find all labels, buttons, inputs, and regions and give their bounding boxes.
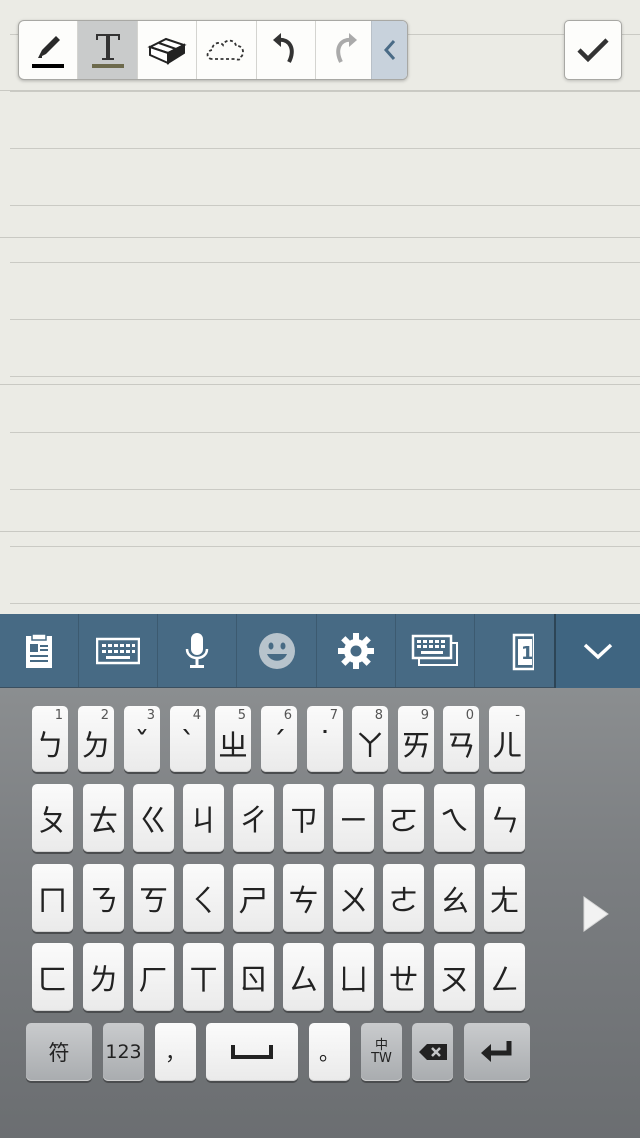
hide-keyboard-button[interactable] <box>554 614 640 688</box>
key[interactable]: ㄖ <box>233 943 274 1011</box>
keyboard-layout-icon <box>411 634 458 666</box>
settings-button[interactable] <box>317 614 396 687</box>
enter-icon <box>481 1041 512 1062</box>
key[interactable]: 0ㄢ <box>443 706 479 772</box>
key[interactable]: 5ㄓ <box>215 706 251 772</box>
key[interactable]: ㄨ <box>333 864 374 932</box>
pen-tool-button[interactable] <box>19 21 79 79</box>
key[interactable]: ㄏ <box>133 943 174 1011</box>
pen-toolbar <box>18 20 408 80</box>
ruled-lines <box>10 0 640 614</box>
redo-button[interactable] <box>316 21 371 79</box>
key[interactable]: -ㄦ <box>489 706 525 772</box>
key[interactable]: ㄋ <box>83 864 124 932</box>
keyboard-toolbar: 1 <box>0 614 640 688</box>
key[interactable]: 2ㄉ <box>78 706 114 772</box>
key[interactable]: 6ˊ <box>261 706 297 772</box>
key[interactable]: ㄍ <box>133 784 174 852</box>
collapse-toolbar-button[interactable] <box>371 21 407 79</box>
key[interactable]: ㄌ <box>83 943 124 1011</box>
one-handed-button[interactable]: 1 <box>475 614 554 687</box>
symbols-key[interactable]: 符 <box>26 1023 92 1081</box>
key[interactable]: 8ㄚ <box>352 706 388 772</box>
key[interactable]: ㄈ <box>32 943 73 1011</box>
backspace-icon <box>418 1044 447 1060</box>
chevron-down-icon <box>583 643 613 660</box>
key[interactable]: ㄥ <box>484 943 525 1011</box>
key[interactable]: ㄧ <box>333 784 374 852</box>
key[interactable]: ㄆ <box>32 784 73 852</box>
settings-gear-icon <box>337 633 374 669</box>
emoji-button[interactable] <box>237 614 317 687</box>
space-key[interactable] <box>206 1023 298 1081</box>
clipboard-button[interactable] <box>0 614 80 687</box>
eraser-icon <box>147 37 187 65</box>
key[interactable]: 7 ˙ <box>307 706 343 772</box>
chevron-left-icon <box>383 40 395 60</box>
note-canvas[interactable] <box>0 0 640 614</box>
key[interactable]: ㄛ <box>383 784 424 852</box>
key[interactable]: ㄊ <box>83 784 124 852</box>
key[interactable]: ㄠ <box>434 864 475 932</box>
microphone-icon <box>186 633 209 668</box>
key[interactable]: 4ˋ <box>170 706 206 772</box>
comma-key[interactable]: ， <box>155 1023 196 1081</box>
key[interactable]: 3ˇ <box>124 706 160 772</box>
selection-tool-button[interactable] <box>197 21 257 79</box>
eraser-tool-button[interactable] <box>138 21 198 79</box>
key[interactable]: ㄕ <box>233 864 274 932</box>
language-switch-key[interactable]: 中 TW <box>361 1023 402 1081</box>
key[interactable]: ㄇ <box>32 864 73 932</box>
key[interactable]: 9ㄞ <box>398 706 434 772</box>
key[interactable]: ㄩ <box>333 943 374 1011</box>
key[interactable]: ㄣ <box>484 784 525 852</box>
triangle-right-icon[interactable] <box>582 895 612 933</box>
svg-text:1: 1 <box>521 643 534 664</box>
undo-icon <box>272 33 294 63</box>
keyboard-icon <box>96 637 141 665</box>
numbers-key[interactable]: 123 <box>103 1023 144 1081</box>
key[interactable]: ㄟ <box>434 784 475 852</box>
period-key[interactable]: 。 <box>309 1023 350 1081</box>
language-bottom-label: TW <box>371 1051 392 1066</box>
space-bar-icon <box>231 1045 273 1059</box>
key[interactable]: ㄒ <box>183 943 224 1011</box>
voice-input-button[interactable] <box>158 614 238 687</box>
undo-button[interactable] <box>257 21 316 79</box>
confirm-button[interactable] <box>564 20 622 80</box>
backspace-key[interactable] <box>412 1023 453 1081</box>
zhuyin-keyboard: 1ㄅ 2ㄉ 3ˇ 4ˋ 5ㄓ 6ˊ 7 ˙ 8ㄚ 9ㄞ 0ㄢ -ㄦ ㄆ ㄊ ㄍ ㄐ… <box>0 688 640 1138</box>
keyboard-layout-button[interactable] <box>396 614 475 687</box>
key[interactable]: ㄝ <box>383 943 424 1011</box>
pen-icon <box>32 36 65 68</box>
redo-icon <box>336 33 357 63</box>
text-icon <box>91 34 124 68</box>
keyboard-button[interactable] <box>79 614 159 687</box>
key[interactable]: 1ㄅ <box>32 706 68 772</box>
key[interactable]: ㄙ <box>283 943 324 1011</box>
clipboard-icon <box>26 633 53 668</box>
key[interactable]: ㄎ <box>133 864 174 932</box>
key[interactable]: ㄔ <box>233 784 274 852</box>
lasso-cloud-icon <box>206 39 245 61</box>
text-tool-button[interactable] <box>78 21 138 79</box>
key[interactable]: ㄡ <box>434 943 475 1011</box>
enter-key[interactable] <box>464 1023 530 1081</box>
key[interactable]: ㄘ <box>283 864 324 932</box>
key[interactable]: ㄤ <box>484 864 525 932</box>
checkmark-icon <box>577 38 609 63</box>
emoji-icon <box>258 633 295 669</box>
key[interactable]: ㄜ <box>383 864 424 932</box>
key[interactable]: ㄑ <box>183 864 224 932</box>
key[interactable]: ㄐ <box>183 784 224 852</box>
key[interactable]: ㄗ <box>283 784 324 852</box>
one-handed-icon: 1 <box>513 633 535 671</box>
